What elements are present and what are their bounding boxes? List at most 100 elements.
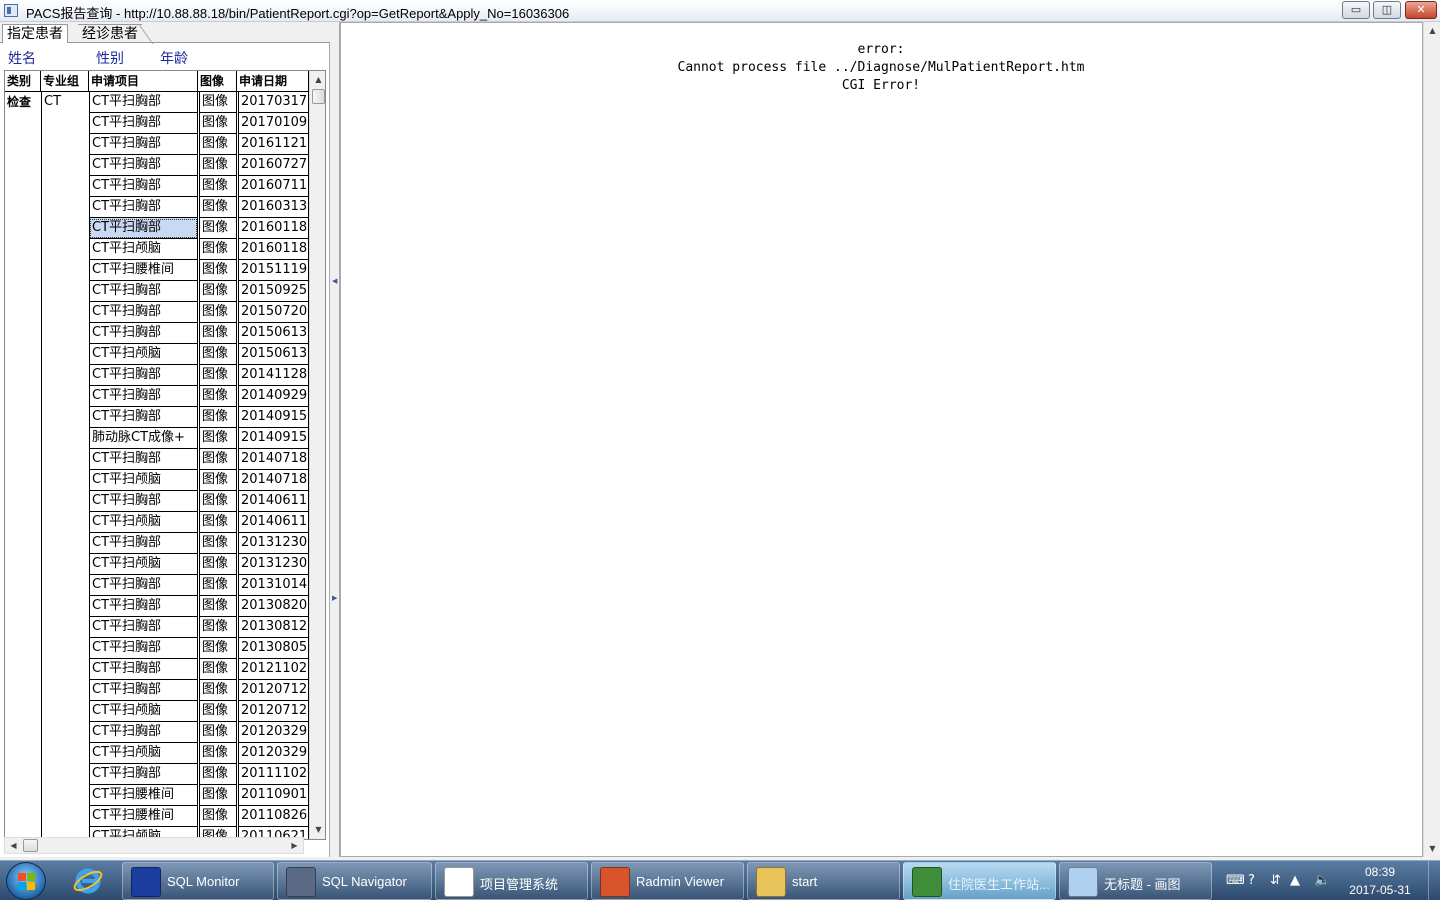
table-row[interactable]: CT平扫腰椎间 图像 20110826	[5, 806, 309, 827]
apply-date-cell[interactable]: 20140611	[238, 491, 309, 512]
apply-date-cell[interactable]: 20160118	[238, 239, 309, 260]
exam-item-cell[interactable]: CT平扫胸部	[89, 764, 198, 785]
table-row[interactable]: CT平扫胸部 图像 20131014	[5, 575, 309, 596]
apply-date-cell[interactable]: 20121102	[238, 659, 309, 680]
image-link-cell[interactable]: 图像	[199, 302, 237, 323]
exam-item-cell[interactable]: CT平扫胸部	[89, 92, 198, 113]
clock-date[interactable]: 2017-05-31	[1343, 883, 1417, 897]
exam-item-cell[interactable]: 肺动脉CT成像+	[89, 428, 198, 449]
taskbar-item[interactable]: Radmin Viewer	[591, 862, 744, 900]
splitter-left-arrow-icon[interactable]: ◀	[332, 277, 337, 285]
show-hidden-icons-icon[interactable]: ▲	[1290, 873, 1300, 888]
exam-item-cell[interactable]: CT平扫胸部	[89, 218, 198, 239]
table-row[interactable]: CT平扫胸部 图像 20140611	[5, 491, 309, 512]
taskbar-item[interactable]: 无标题 - 画图	[1059, 862, 1212, 900]
exam-item-cell[interactable]: CT平扫颅脑	[89, 743, 198, 764]
table-row[interactable]: CT平扫腰椎间 图像 20110901	[5, 785, 309, 806]
exam-item-cell[interactable]: CT平扫颅脑	[89, 701, 198, 722]
volume-icon[interactable]: 🔈	[1314, 873, 1330, 888]
scroll-up-icon[interactable]: ▲	[310, 71, 325, 88]
exam-item-cell[interactable]: CT平扫胸部	[89, 365, 198, 386]
table-row[interactable]: CT平扫颅脑 图像 20131230	[5, 554, 309, 575]
scroll-right-icon[interactable]: ▶	[286, 838, 303, 853]
apply-date-cell[interactable]: 20141128	[238, 365, 309, 386]
apply-date-cell[interactable]: 20120329	[238, 722, 309, 743]
apply-date-cell[interactable]: 20140915	[238, 428, 309, 449]
splitter-right-arrow-icon[interactable]: ▶	[332, 594, 337, 602]
apply-date-cell[interactable]: 20161121	[238, 134, 309, 155]
age-label[interactable]: 年龄	[160, 48, 188, 68]
exam-item-cell[interactable]: CT平扫胸部	[89, 134, 198, 155]
internet-explorer-icon[interactable]	[72, 865, 104, 897]
image-link-cell[interactable]: 图像	[199, 764, 237, 785]
exam-item-cell[interactable]: CT平扫颅脑	[89, 239, 198, 260]
table-vertical-scrollbar[interactable]: ▲ ▼	[309, 71, 325, 839]
header-date[interactable]: 申请日期	[237, 71, 309, 92]
table-row[interactable]: CT平扫颅脑 图像 20120712	[5, 701, 309, 722]
taskbar-item[interactable]: SQL Navigator	[277, 862, 432, 900]
image-link-cell[interactable]: 图像	[199, 659, 237, 680]
apply-date-cell[interactable]: 20140718	[238, 449, 309, 470]
table-row[interactable]: CT平扫胸部 图像 20120712	[5, 680, 309, 701]
image-link-cell[interactable]: 图像	[199, 428, 237, 449]
image-link-cell[interactable]: 图像	[199, 365, 237, 386]
taskbar-item[interactable]: 项目管理系统	[435, 862, 588, 900]
exam-item-cell[interactable]: CT平扫胸部	[89, 575, 198, 596]
apply-date-cell[interactable]: 20140929	[238, 386, 309, 407]
apply-date-cell[interactable]: 20150613	[238, 323, 309, 344]
apply-date-cell[interactable]: 20111102	[238, 764, 309, 785]
image-link-cell[interactable]: 图像	[199, 407, 237, 428]
header-type[interactable]: 类别	[5, 71, 41, 92]
exam-item-cell[interactable]: CT平扫颅脑	[89, 470, 198, 491]
exam-item-cell[interactable]: CT平扫胸部	[89, 281, 198, 302]
image-link-cell[interactable]: 图像	[199, 323, 237, 344]
scroll-left-icon[interactable]: ◀	[5, 838, 22, 853]
image-link-cell[interactable]: 图像	[199, 575, 237, 596]
scroll-down-icon[interactable]: ▼	[310, 821, 325, 838]
start-button[interactable]	[6, 862, 46, 900]
image-link-cell[interactable]: 图像	[199, 512, 237, 533]
apply-date-cell[interactable]: 20151119	[238, 260, 309, 281]
table-row[interactable]: CT平扫胸部 图像 20141128	[5, 365, 309, 386]
apply-date-cell[interactable]: 20130820	[238, 596, 309, 617]
exam-item-cell[interactable]: CT平扫胸部	[89, 722, 198, 743]
exam-item-cell[interactable]: CT平扫胸部	[89, 596, 198, 617]
exam-item-cell[interactable]: CT平扫胸部	[89, 407, 198, 428]
maximize-button[interactable]: ◫	[1373, 1, 1401, 19]
exam-item-cell[interactable]: CT平扫颅脑	[89, 344, 198, 365]
table-row[interactable]: CT平扫胸部 图像 20111102	[5, 764, 309, 785]
table-row[interactable]: CT平扫胸部 图像 20160727	[5, 155, 309, 176]
taskbar-item[interactable]: SQL Monitor	[122, 862, 274, 900]
apply-date-cell[interactable]: 20120712	[238, 680, 309, 701]
apply-date-cell[interactable]: 20160313	[238, 197, 309, 218]
report-vertical-scrollbar[interactable]: ▲ ▼	[1423, 22, 1440, 857]
exam-item-cell[interactable]: CT平扫颅脑	[89, 554, 198, 575]
table-row[interactable]: CT平扫胸部 图像 20120329	[5, 722, 309, 743]
apply-date-cell[interactable]: 20140611	[238, 512, 309, 533]
exam-item-cell[interactable]: CT平扫胸部	[89, 638, 198, 659]
exam-item-cell[interactable]: CT平扫胸部	[89, 386, 198, 407]
scroll-up-icon[interactable]: ▲	[1424, 22, 1440, 39]
table-row[interactable]: CT平扫颅脑 图像 20120329	[5, 743, 309, 764]
keyboard-icon[interactable]: ⌨	[1226, 873, 1245, 888]
pane-splitter[interactable]: ◀ ▶	[330, 22, 340, 857]
apply-date-cell[interactable]: 20131230	[238, 533, 309, 554]
image-link-cell[interactable]: 图像	[199, 806, 237, 827]
image-link-cell[interactable]: 图像	[199, 533, 237, 554]
apply-date-cell[interactable]: 20130805	[238, 638, 309, 659]
table-row[interactable]: CT平扫颅脑 图像 20140718	[5, 470, 309, 491]
image-link-cell[interactable]: 图像	[199, 239, 237, 260]
table-row[interactable]: CT平扫胸部 图像 20130812	[5, 617, 309, 638]
image-link-cell[interactable]: 图像	[199, 92, 237, 113]
image-link-cell[interactable]: 图像	[199, 218, 237, 239]
image-link-cell[interactable]: 图像	[199, 554, 237, 575]
table-row[interactable]: CT平扫腰椎间 图像 20151119	[5, 260, 309, 281]
table-row[interactable]: CT平扫胸部 图像 20150925	[5, 281, 309, 302]
exam-item-cell[interactable]: CT平扫腰椎间	[89, 785, 198, 806]
image-link-cell[interactable]: 图像	[199, 491, 237, 512]
table-row[interactable]: CT平扫胸部 图像 20150720	[5, 302, 309, 323]
exam-item-cell[interactable]: CT平扫颅脑	[89, 512, 198, 533]
image-link-cell[interactable]: 图像	[199, 386, 237, 407]
image-link-cell[interactable]: 图像	[199, 176, 237, 197]
apply-date-cell[interactable]: 20160727	[238, 155, 309, 176]
